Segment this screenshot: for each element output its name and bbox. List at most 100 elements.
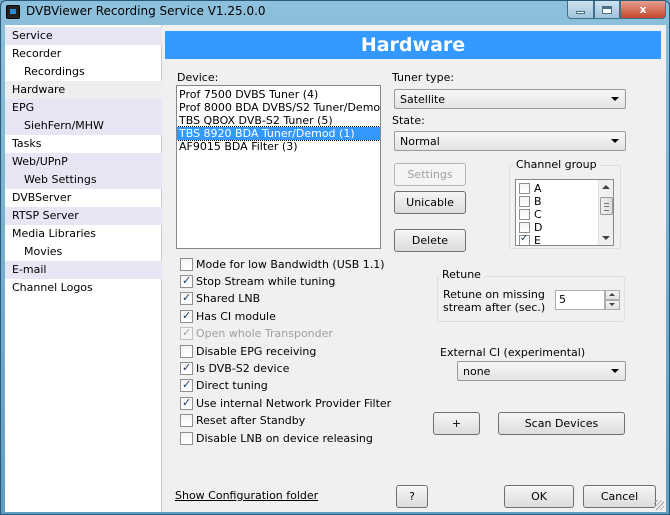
close-icon: x <box>639 3 647 16</box>
checkbox[interactable] <box>180 396 193 410</box>
scan-devices-button[interactable]: Scan Devices <box>498 412 625 435</box>
checkbox[interactable] <box>180 291 193 305</box>
channel-group-item-label: E <box>534 234 541 246</box>
show-configuration-folder-link[interactable]: Show Configuration folder <box>175 489 318 502</box>
retune-label-line1: Retune on missing <box>443 288 545 301</box>
option-checkbox-row[interactable]: Disable EPG receiving <box>180 344 316 359</box>
checkbox[interactable] <box>519 183 530 194</box>
sidebar-item[interactable]: Channel Logos <box>5 279 162 297</box>
option-checkbox-row[interactable]: Mode for low Bandwidth (USB 1.1) <box>180 257 385 272</box>
unicable-button[interactable]: Unicable <box>394 191 466 214</box>
option-label: Reset after Standby <box>196 414 306 427</box>
external-ci-value: none <box>463 365 491 378</box>
tuner-type-value: Satellite <box>400 93 446 106</box>
channel-group-list[interactable]: ABCDE <box>515 179 614 246</box>
option-checkbox-row[interactable]: Shared LNB <box>180 291 260 306</box>
add-device-button[interactable]: + <box>433 412 480 435</box>
checkbox[interactable] <box>519 233 530 245</box>
minimize-button[interactable] <box>567 1 594 19</box>
tuner-type-select[interactable]: Satellite <box>394 89 626 109</box>
state-select[interactable]: Normal <box>394 131 626 151</box>
device-list-item[interactable]: Prof 8000 BDA DVBS/S2 Tuner/Demod (2) <box>177 101 380 114</box>
device-list-item[interactable]: AF9015 BDA Filter (3) <box>177 140 380 153</box>
option-checkbox-row[interactable]: Disable LNB on device releasing <box>180 431 373 446</box>
sidebar: Service Recorder Recordings Hardware EPG Sieh… <box>5 25 162 512</box>
checkbox[interactable] <box>180 432 193 445</box>
option-checkbox-row[interactable]: Use internal Network Provider Filter <box>180 396 391 411</box>
checkbox[interactable] <box>180 378 193 392</box>
sidebar-item[interactable]: DVBServer <box>5 189 162 207</box>
option-checkbox-row[interactable]: Direct tuning <box>180 378 268 393</box>
option-label: Use internal Network Provider Filter <box>196 397 392 410</box>
maximize-icon <box>602 5 612 14</box>
option-checkbox-row[interactable]: Is DVB-S2 device <box>180 361 289 376</box>
option-checkbox-row[interactable]: Stop Stream while tuning <box>180 274 335 289</box>
ok-button[interactable]: OK <box>504 485 574 508</box>
sidebar-item[interactable]: E-mail <box>5 261 162 279</box>
checkbox[interactable] <box>519 196 530 207</box>
checkbox[interactable] <box>180 414 193 427</box>
channel-group-item[interactable]: E <box>517 233 599 246</box>
device-list[interactable]: Prof 7500 DVBS Tuner (4) Prof 8000 BDA DV… <box>176 85 381 249</box>
sidebar-item[interactable]: Tasks <box>5 135 162 153</box>
checkbox <box>180 326 193 340</box>
resize-grip-icon[interactable] <box>654 500 664 510</box>
stepper-down-icon[interactable] <box>605 300 620 310</box>
checkbox[interactable] <box>180 309 193 323</box>
channel-group-title: Channel group <box>513 158 600 171</box>
title-bar[interactable]: DVBViewer Recording Service V1.25.0.0 x <box>1 1 669 23</box>
scroll-thumb[interactable] <box>600 197 613 215</box>
retune-seconds-input[interactable]: 5 <box>555 290 605 310</box>
external-ci-label: External CI (experimental) <box>440 346 586 359</box>
sidebar-item[interactable]: RTSP Server <box>5 207 162 225</box>
cancel-button[interactable]: Cancel <box>583 485 656 508</box>
chevron-down-icon <box>611 97 619 101</box>
option-label: Direct tuning <box>196 379 268 392</box>
option-checkbox-row[interactable]: Reset after Standby <box>180 413 305 428</box>
retune-seconds-stepper[interactable] <box>605 290 620 310</box>
sidebar-item[interactable]: Recorder <box>5 45 162 63</box>
scroll-up-icon <box>602 185 610 189</box>
checkbox[interactable] <box>519 222 530 233</box>
option-checkbox-row[interactable]: Has CI module <box>180 309 276 324</box>
maximize-button[interactable] <box>594 1 620 19</box>
sidebar-item[interactable]: Service <box>5 27 162 45</box>
channel-group-item[interactable]: D <box>517 221 599 234</box>
client-area: Service Recorder Recordings Hardware EPG Sieh… <box>5 25 666 512</box>
channel-group-item[interactable]: B <box>517 195 599 208</box>
checkbox[interactable] <box>519 209 530 220</box>
channel-group-scrollbar[interactable] <box>598 180 613 245</box>
option-label: Shared LNB <box>196 292 261 305</box>
sidebar-item[interactable]: Hardware <box>5 81 162 99</box>
device-list-item[interactable]: TBS 8920 BDA Tuner/Demod (1) <box>177 126 380 141</box>
help-button[interactable]: ? <box>396 485 428 508</box>
checkbox[interactable] <box>180 345 193 358</box>
option-label: Mode for low Bandwidth (USB 1.1) <box>196 258 385 271</box>
device-list-item[interactable]: Prof 7500 DVBS Tuner (4) <box>177 88 380 101</box>
delete-button[interactable]: Delete <box>394 229 466 252</box>
checkbox[interactable] <box>180 258 193 271</box>
channel-group-item[interactable]: C <box>517 208 599 221</box>
option-label: Open whole Transponder <box>196 327 333 340</box>
sidebar-item[interactable]: SiehFern/MHW <box>5 117 162 135</box>
option-label: Is DVB-S2 device <box>196 362 290 375</box>
window-title: DVBViewer Recording Service V1.25.0.0 <box>26 4 266 18</box>
checkbox[interactable] <box>180 274 193 288</box>
sidebar-item[interactable]: Recordings <box>5 63 162 81</box>
checkbox[interactable] <box>180 361 193 375</box>
state-label: State: <box>392 114 425 127</box>
channel-group-item[interactable]: A <box>517 182 599 195</box>
channel-group-item-label: B <box>534 195 542 208</box>
retune-label-line2: stream after (sec.) <box>443 301 546 314</box>
external-ci-select[interactable]: none <box>457 361 626 381</box>
close-button[interactable]: x <box>620 1 666 19</box>
sidebar-item[interactable]: Movies <box>5 243 162 261</box>
option-label: Stop Stream while tuning <box>196 275 336 288</box>
stepper-up-icon[interactable] <box>605 290 620 300</box>
device-list-item[interactable]: TBS QBOX DVB-S2 Tuner (5) <box>177 114 380 127</box>
sidebar-item[interactable]: Media Libraries <box>5 225 162 243</box>
sidebar-item[interactable]: Web Settings <box>5 171 162 189</box>
sidebar-item[interactable]: EPG <box>5 99 162 117</box>
settings-button[interactable]: Settings <box>394 163 466 186</box>
sidebar-item[interactable]: Web/UPnP <box>5 153 162 171</box>
